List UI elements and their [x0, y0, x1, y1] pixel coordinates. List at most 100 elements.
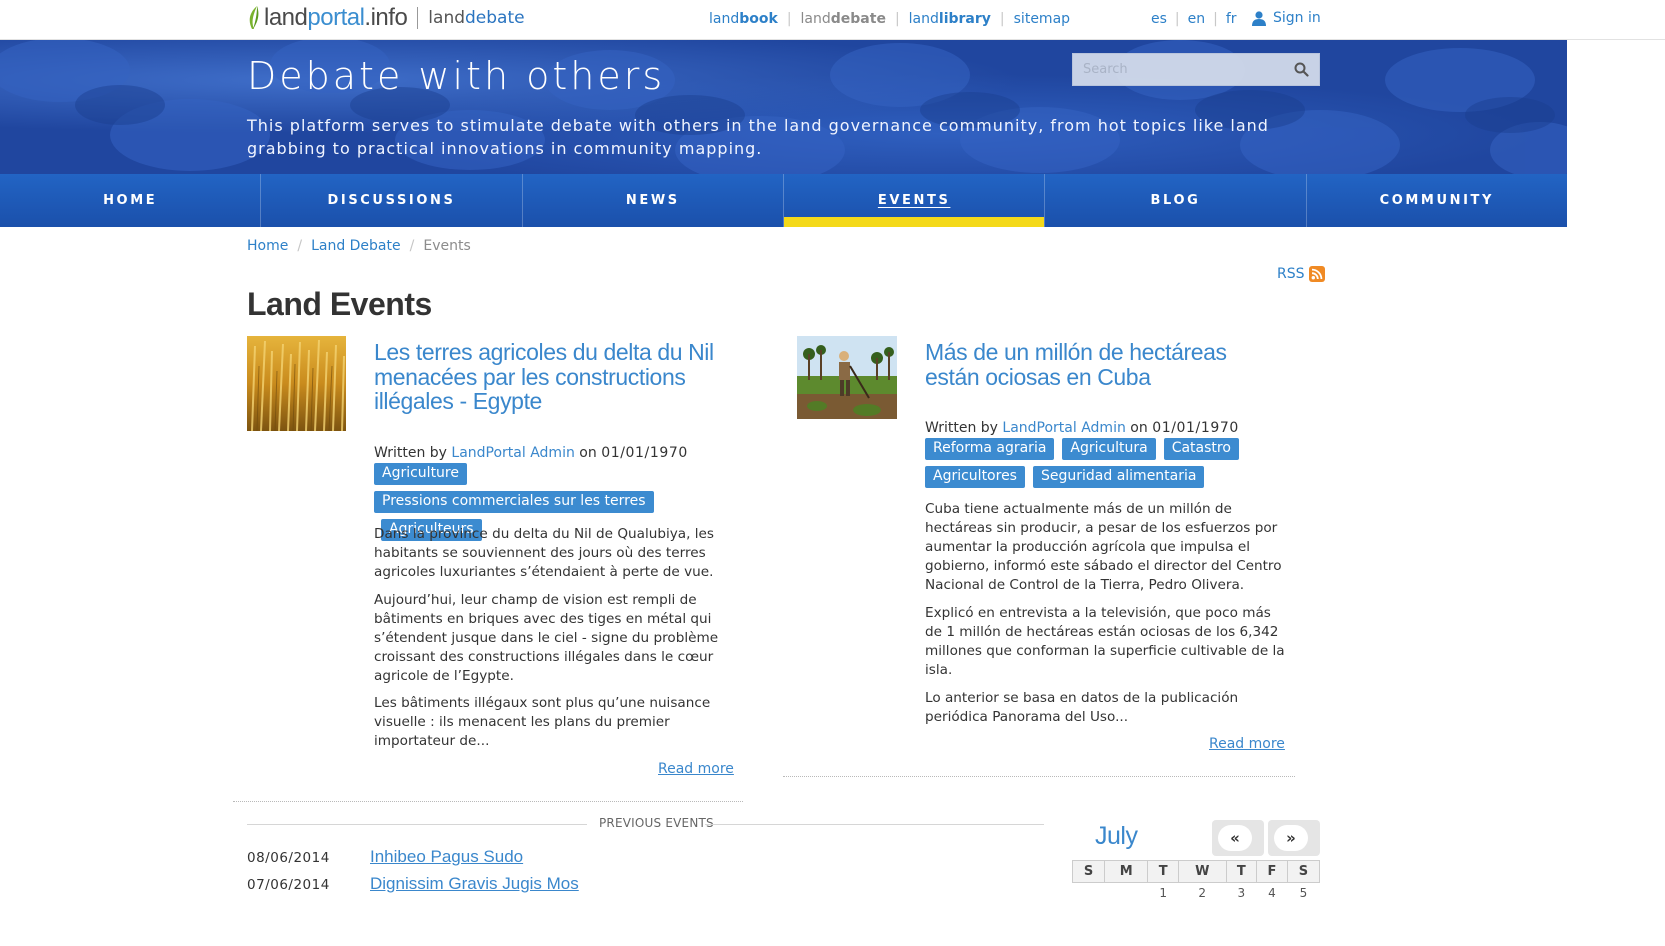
- nav-home[interactable]: HOME: [0, 174, 262, 227]
- nav-blog[interactable]: BLOG: [1045, 174, 1307, 227]
- tag[interactable]: Reforma agraria: [925, 438, 1055, 460]
- event-paragraph: Explicó en entrevista a la televisión, q…: [925, 605, 1285, 678]
- lang-separator: |: [1174, 11, 1180, 27]
- search-icon[interactable]: [1294, 62, 1309, 77]
- logo-divider: [417, 7, 419, 29]
- tag[interactable]: Seguridad alimentaria: [1032, 466, 1205, 488]
- site-nav-separator: |: [786, 11, 792, 27]
- event-date: 01/01/1970: [601, 445, 688, 461]
- breadcrumb-land-debate[interactable]: Land Debate: [311, 238, 401, 254]
- calendar-day[interactable]: 5: [1287, 883, 1319, 903]
- read-more-link[interactable]: Read more: [1209, 736, 1285, 752]
- lang-es[interactable]: es: [1151, 11, 1167, 27]
- previous-event-link[interactable]: Dignissim Gravis Jugis Mos: [370, 874, 579, 894]
- tag[interactable]: Agricultores: [925, 466, 1025, 488]
- weekday-header: S: [1071, 860, 1106, 883]
- nav-discussions[interactable]: DISCUSSIONS: [261, 174, 523, 227]
- sign-in-link[interactable]: Sign in: [1252, 10, 1321, 26]
- calendar-day[interactable]: [1073, 883, 1105, 903]
- event-paragraph: Les bâtiments illégaux sont plus qu’une …: [374, 695, 711, 749]
- chevron-left-icon: «: [1218, 825, 1252, 851]
- breadcrumb-home[interactable]: Home: [247, 238, 288, 254]
- rss-link[interactable]: RSS: [1277, 266, 1325, 282]
- written-by-label: Written by: [374, 445, 447, 461]
- breadcrumb-separator: /: [297, 238, 303, 254]
- event-tags: Reforma agraria Agricultura Catastro Agr…: [925, 438, 1245, 488]
- logo-wordmark: landportal.info: [264, 4, 408, 31]
- event-meta: Written by LandPortal Admin on 01/01/197…: [925, 420, 1239, 436]
- logo-subtitle: landdebate: [428, 8, 525, 28]
- chevron-right-icon: »: [1274, 825, 1308, 851]
- nav-events[interactable]: EVENTS: [783, 174, 1046, 227]
- search-box: [1072, 53, 1320, 86]
- event-paragraph: Aujourd’hui, leur champ de vision est re…: [374, 592, 719, 684]
- previous-event-date: 08/06/2014: [247, 850, 330, 866]
- weekday-header: T: [1225, 860, 1258, 883]
- site-link-landbook[interactable]: landbook: [709, 11, 778, 27]
- weekday-header: T: [1147, 860, 1179, 883]
- site-link-landlibrary[interactable]: landlibrary: [909, 11, 991, 27]
- tag[interactable]: Agricultura: [1062, 438, 1156, 460]
- hero-description: This platform serves to stimulate debate…: [247, 116, 1269, 158]
- calendar-day[interactable]: 4: [1257, 883, 1288, 903]
- tag[interactable]: Pressions commerciales sur les terres: [374, 491, 654, 513]
- site-nav-separator: |: [999, 11, 1005, 27]
- calendar-prev-button[interactable]: «: [1212, 820, 1264, 856]
- lang-fr[interactable]: fr: [1226, 11, 1237, 27]
- search-input[interactable]: [1073, 54, 1283, 85]
- calendar-month: July: [1095, 822, 1138, 850]
- on-label: on: [579, 445, 597, 461]
- tag[interactable]: Catastro: [1163, 438, 1239, 460]
- user-icon: [1252, 10, 1266, 26]
- event-paragraph: Lo anterior se basa en datos de la publi…: [925, 690, 1239, 725]
- calendar-week: 1 2 3 4 5: [1073, 883, 1320, 903]
- weekday-header: M: [1104, 860, 1149, 883]
- calendar-day[interactable]: 3: [1226, 883, 1257, 903]
- divider: [783, 776, 1295, 777]
- breadcrumb-separator: /: [409, 238, 415, 254]
- previous-event-date: 07/06/2014: [247, 877, 330, 893]
- site-logo[interactable]: landportal.info landdebate: [247, 4, 525, 32]
- previous-events-label: PREVIOUS EVENTS: [599, 816, 714, 830]
- hero-title: Debate with others: [247, 54, 666, 98]
- site-nav-separator: |: [894, 11, 900, 27]
- calendar-grid: S M T W T F S 1 2 3 4 5: [1071, 860, 1321, 903]
- hero-banner: Debate with others This platform serves …: [0, 40, 1567, 174]
- event-title[interactable]: Les terres agricoles du delta du Nil men…: [374, 340, 734, 414]
- calendar-day[interactable]: 2: [1178, 883, 1226, 903]
- site-link-landdebate[interactable]: landdebate: [801, 11, 886, 27]
- previous-event-link[interactable]: Inhibeo Pagus Sudo: [370, 847, 523, 867]
- divider: [233, 801, 743, 802]
- on-label: on: [1130, 420, 1148, 436]
- author-link[interactable]: LandPortal Admin: [451, 445, 574, 461]
- language-switcher: es | en | fr: [1151, 11, 1237, 27]
- nav-news[interactable]: NEWS: [522, 174, 784, 227]
- calendar-weekdays: S M T W T F S: [1071, 860, 1321, 883]
- read-more-link[interactable]: Read more: [658, 761, 734, 777]
- lang-en[interactable]: en: [1188, 11, 1206, 27]
- site-link-sitemap[interactable]: sitemap: [1014, 11, 1070, 27]
- nav-community[interactable]: COMMUNITY: [1306, 174, 1567, 227]
- event-title[interactable]: Más de un millón de hectáreas están ocio…: [925, 340, 1285, 389]
- event-image-farmer[interactable]: [797, 336, 897, 419]
- event-image-wheat[interactable]: [247, 336, 346, 431]
- tag[interactable]: Agriculture: [374, 463, 467, 485]
- site-nav: landbook | landdebate | landlibrary | si…: [709, 11, 1070, 27]
- event-paragraph: Cuba tiene actualmente más de un millón …: [925, 501, 1282, 593]
- event-date: 01/01/1970: [1152, 420, 1239, 436]
- rss-icon: [1308, 266, 1325, 282]
- calendar-day[interactable]: 1: [1148, 883, 1179, 903]
- author-link[interactable]: LandPortal Admin: [1002, 420, 1125, 436]
- top-bar: landportal.info landdebate landbook | la…: [0, 0, 1665, 40]
- calendar-day[interactable]: [1105, 883, 1148, 903]
- rss-label: RSS: [1277, 266, 1305, 282]
- weekday-header: W: [1177, 860, 1227, 883]
- calendar-next-button[interactable]: »: [1268, 820, 1320, 856]
- weekday-header: S: [1286, 860, 1321, 883]
- event-meta: Written by LandPortal Admin on 01/01/197…: [374, 445, 688, 461]
- sign-in-label: Sign in: [1273, 10, 1321, 26]
- weekday-header: F: [1256, 860, 1288, 883]
- page-title: Land Events: [247, 286, 432, 322]
- previous-events-heading: PREVIOUS EVENTS: [247, 815, 1044, 833]
- heading-rule: [705, 824, 1044, 825]
